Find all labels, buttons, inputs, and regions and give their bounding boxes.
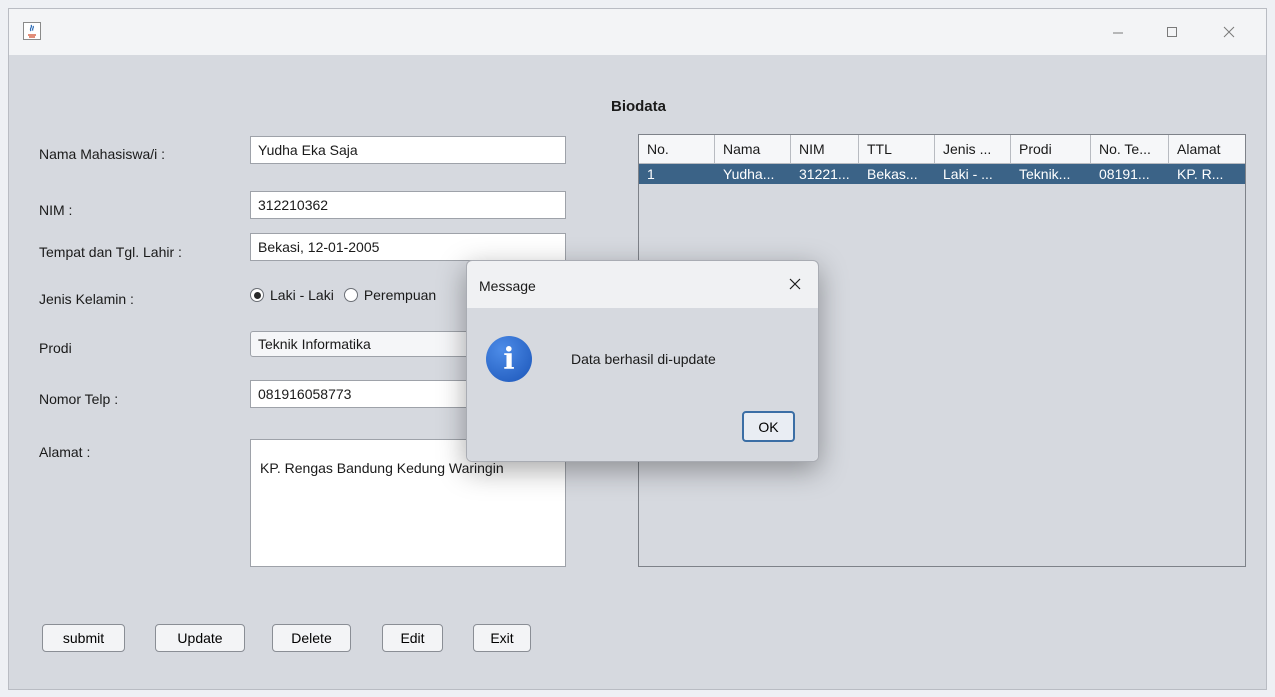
radio-perempuan[interactable] xyxy=(343,288,358,302)
minimize-button[interactable] xyxy=(1104,19,1132,45)
column-header-alamat[interactable]: Alamat xyxy=(1169,135,1245,164)
column-header-no[interactable]: No. xyxy=(639,135,715,164)
info-icon: i xyxy=(486,336,532,382)
label-prodi: Prodi xyxy=(39,340,72,356)
gender-radio-group: Laki - Laki Perempuan xyxy=(250,287,436,303)
ttl-input[interactable]: Bekasi, 12-01-2005 xyxy=(250,233,566,261)
dialog-title: Message xyxy=(479,278,536,294)
table-cell: Laki - ... xyxy=(943,166,993,182)
maximize-button[interactable] xyxy=(1158,19,1186,45)
update-button[interactable]: Update xyxy=(155,624,245,652)
minimize-icon xyxy=(1113,32,1123,34)
form-title: Biodata xyxy=(610,98,666,115)
radio-laki-laki-label[interactable]: Laki - Laki xyxy=(270,287,334,303)
column-header-nama[interactable]: Nama xyxy=(715,135,791,164)
column-header-prodi[interactable]: Prodi xyxy=(1011,135,1091,164)
table-cell: 1 xyxy=(647,166,655,182)
radio-selected-dot xyxy=(253,291,261,299)
table-cell: Teknik... xyxy=(1019,166,1071,182)
main-window: Biodata Nama Mahasiswa/i : Yudha Eka Saj… xyxy=(8,8,1267,690)
message-dialog: Message i Data berhasil di-update OK xyxy=(466,260,819,462)
column-header-telp[interactable]: No. Te... xyxy=(1091,135,1169,164)
column-header-nim[interactable]: NIM xyxy=(791,135,859,164)
dialog-close-button[interactable] xyxy=(782,271,808,297)
title-bar xyxy=(9,9,1266,55)
radio-laki-laki[interactable] xyxy=(250,288,264,302)
table-cell: Bekas... xyxy=(867,166,918,182)
table-header: No. Nama NIM TTL Jenis ... Prodi No. Te.… xyxy=(639,135,1245,164)
delete-button[interactable]: Delete xyxy=(272,624,351,652)
table-cell: KP. R... xyxy=(1177,166,1224,182)
edit-button[interactable]: Edit xyxy=(382,624,443,652)
close-icon xyxy=(789,278,801,290)
close-window-button[interactable] xyxy=(1215,19,1243,45)
column-header-jenis[interactable]: Jenis ... xyxy=(935,135,1011,164)
nama-input[interactable]: Yudha Eka Saja xyxy=(250,136,566,164)
nim-input[interactable]: 312210362 xyxy=(250,191,566,219)
maximize-icon xyxy=(1167,27,1177,37)
label-nama: Nama Mahasiswa/i : xyxy=(39,146,166,162)
label-jenis-kelamin: Jenis Kelamin : xyxy=(39,291,134,307)
column-header-ttl[interactable]: TTL xyxy=(859,135,935,164)
dialog-message: Data berhasil di-update xyxy=(571,351,716,367)
table-row[interactable]: 1 Yudha... 31221... Bekas... Laki - ... … xyxy=(639,164,1245,184)
table-cell: 08191... xyxy=(1099,166,1150,182)
ok-button[interactable]: OK xyxy=(742,411,795,442)
label-nim: NIM : xyxy=(39,202,73,218)
close-icon xyxy=(1223,26,1235,38)
java-app-icon xyxy=(23,22,41,40)
label-alamat: Alamat : xyxy=(39,444,91,460)
submit-button[interactable]: submit xyxy=(42,624,125,652)
dialog-body: i Data berhasil di-update OK xyxy=(467,308,818,461)
exit-button[interactable]: Exit xyxy=(473,624,531,652)
table-cell: 31221... xyxy=(799,166,850,182)
label-telp: Nomor Telp : xyxy=(39,391,119,407)
table-cell: Yudha... xyxy=(723,166,775,182)
radio-perempuan-label[interactable]: Perempuan xyxy=(364,287,436,303)
label-ttl: Tempat dan Tgl. Lahir : xyxy=(39,244,182,260)
